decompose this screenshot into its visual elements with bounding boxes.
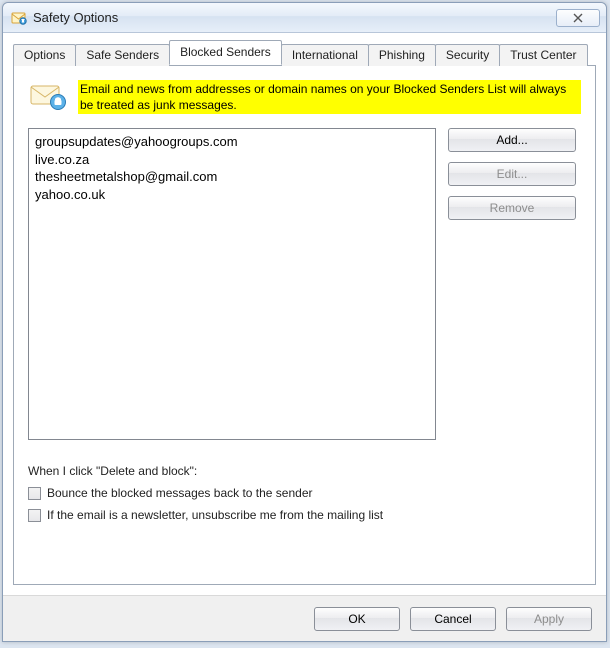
list-item[interactable]: yahoo.co.uk (35, 186, 429, 204)
blocked-senders-panel: Email and news from addresses or domain … (13, 65, 596, 585)
delete-and-block-section: When I click "Delete and block": Bounce … (28, 464, 581, 522)
tab-international[interactable]: International (281, 44, 369, 66)
list-item[interactable]: thesheetmetalshop@gmail.com (35, 168, 429, 186)
tab-strip: Options Safe Senders Blocked Senders Int… (13, 41, 596, 65)
window-title: Safety Options (33, 10, 556, 25)
apply-button[interactable]: Apply (506, 607, 592, 631)
remove-button[interactable]: Remove (448, 196, 576, 220)
tab-trust-center[interactable]: Trust Center (499, 44, 587, 66)
edit-button[interactable]: Edit... (448, 162, 576, 186)
ok-button[interactable]: OK (314, 607, 400, 631)
bounce-label: Bounce the blocked messages back to the … (47, 486, 313, 500)
bounce-checkbox[interactable] (28, 487, 41, 500)
info-row: Email and news from addresses or domain … (28, 80, 581, 114)
unsubscribe-label: If the email is a newsletter, unsubscrib… (47, 508, 383, 522)
envelope-blocked-icon (28, 80, 68, 112)
tab-options[interactable]: Options (13, 44, 76, 66)
list-item[interactable]: live.co.za (35, 151, 429, 169)
delete-block-heading: When I click "Delete and block": (28, 464, 581, 478)
titlebar: Safety Options (3, 3, 606, 33)
safety-options-window: Safety Options Options Safe Senders Bloc… (2, 2, 607, 642)
dialog-footer: OK Cancel Apply (3, 595, 606, 641)
info-text: Email and news from addresses or domain … (78, 80, 581, 114)
close-button[interactable] (556, 9, 600, 27)
app-icon (11, 10, 27, 26)
add-button[interactable]: Add... (448, 128, 576, 152)
list-item[interactable]: groupsupdates@yahoogroups.com (35, 133, 429, 151)
client-area: Options Safe Senders Blocked Senders Int… (3, 33, 606, 595)
tab-blocked-senders[interactable]: Blocked Senders (169, 40, 282, 65)
tab-safe-senders[interactable]: Safe Senders (75, 44, 170, 66)
side-buttons: Add... Edit... Remove (448, 128, 576, 440)
tab-phishing[interactable]: Phishing (368, 44, 436, 66)
cancel-button[interactable]: Cancel (410, 607, 496, 631)
tab-security[interactable]: Security (435, 44, 500, 66)
blocked-senders-list[interactable]: groupsupdates@yahoogroups.com live.co.za… (28, 128, 436, 440)
unsubscribe-checkbox[interactable] (28, 509, 41, 522)
